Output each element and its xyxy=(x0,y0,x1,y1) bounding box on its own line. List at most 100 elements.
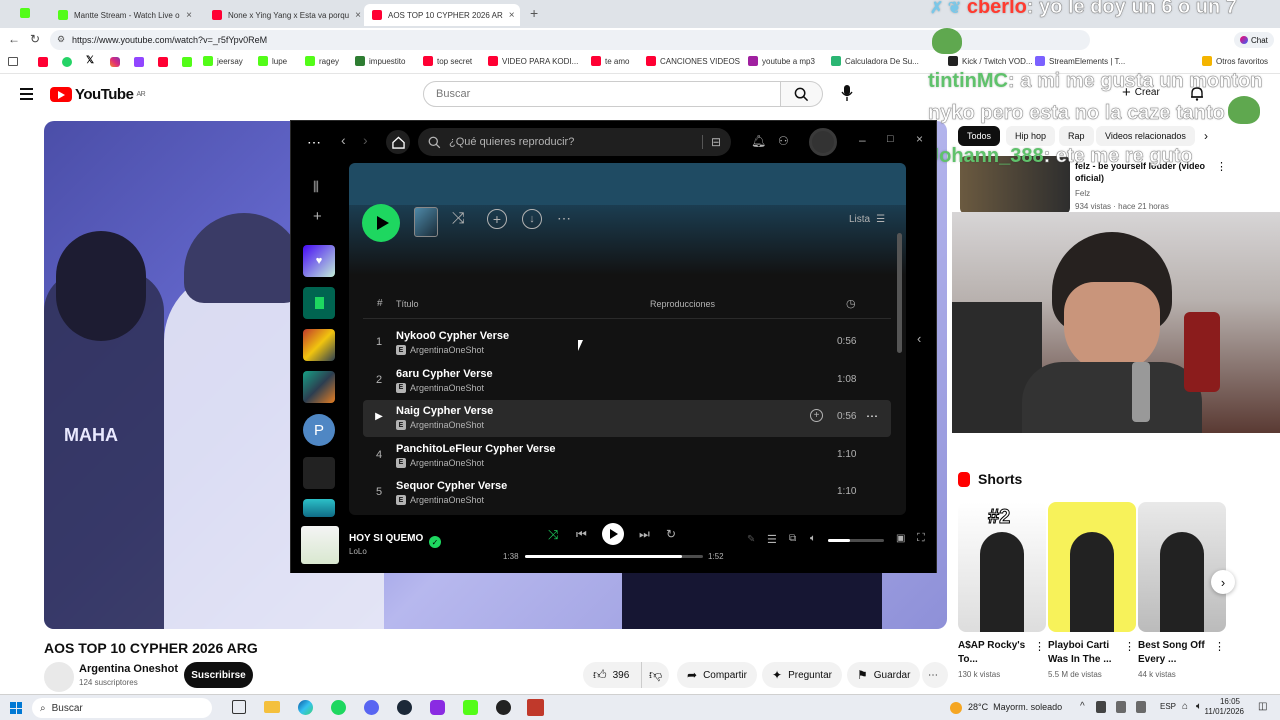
spotify-taskbar-icon[interactable] xyxy=(331,700,346,715)
friends-activity-icon[interactable]: ⚇ xyxy=(778,134,789,148)
edge-icon[interactable] xyxy=(298,700,313,715)
track-more-icon[interactable]: ⋯ xyxy=(866,409,878,423)
tray-app-icon-3[interactable] xyxy=(1136,701,1146,713)
player-shuffle-icon[interactable]: ⤨ xyxy=(548,527,558,543)
volume-icon[interactable]: 🔈︎ xyxy=(810,533,816,544)
track-artist[interactable]: ArgentinaOneShot xyxy=(410,345,484,355)
volume-slider[interactable] xyxy=(828,539,884,542)
tab-close-icon[interactable]: × xyxy=(355,10,361,21)
filter-chip[interactable]: Videos relacionados xyxy=(1096,126,1195,146)
library-icon[interactable]: ⫼ xyxy=(313,179,319,195)
more-actions-button[interactable]: ⋯ xyxy=(922,662,948,688)
connect-device-icon[interactable]: ⧉ xyxy=(789,533,796,544)
filter-chip[interactable]: Rap xyxy=(1059,126,1094,146)
subscribe-button[interactable]: Suscribirse xyxy=(184,662,253,688)
youtube-bookmark-icon[interactable] xyxy=(38,57,48,67)
save-button[interactable]: ⚑ Guardar xyxy=(847,662,921,688)
saved-check-icon[interactable]: ✓ xyxy=(429,536,441,548)
search-button[interactable] xyxy=(781,81,823,107)
track-title[interactable]: 6aru Cypher Verse xyxy=(396,368,493,380)
now-playing-title[interactable]: HOY SI QUEMO xyxy=(349,533,423,544)
short-thumbnail[interactable] xyxy=(1138,502,1226,632)
obs-taskbar-icon[interactable] xyxy=(496,700,511,715)
previous-icon[interactable]: ⏮︎ xyxy=(576,527,587,542)
bookmark-item[interactable]: VIDEO PARA KODI... xyxy=(488,56,578,66)
spotify-profile-avatar[interactable] xyxy=(809,128,837,156)
search-input[interactable]: Buscar xyxy=(423,81,781,107)
recommendation-channel[interactable]: Felz xyxy=(1075,189,1090,198)
dislike-button[interactable]: 👎︎ xyxy=(641,662,669,688)
bookmark-item[interactable]: CANCIONES VIDEOS xyxy=(646,56,740,66)
short-thumbnail[interactable] xyxy=(1048,502,1136,632)
steam-taskbar-icon[interactable] xyxy=(397,700,412,715)
tray-app-icon[interactable] xyxy=(1096,701,1106,713)
menu-icon[interactable] xyxy=(20,88,33,100)
repeat-icon[interactable]: ↻ xyxy=(666,527,676,541)
shuffle-icon[interactable]: ⤨ xyxy=(452,210,465,228)
discord-taskbar-icon[interactable] xyxy=(364,700,379,715)
short-more-icon[interactable]: ⋮ xyxy=(1214,640,1225,653)
language-indicator[interactable]: ESP xyxy=(1160,702,1176,711)
playlist-more-icon[interactable]: ⋯ xyxy=(557,210,571,227)
tray-app-icon-2[interactable] xyxy=(1116,701,1126,713)
x-bookmark-icon[interactable]: 𝕏 xyxy=(86,55,94,66)
browser-tab[interactable]: AOS TOP 10 CYPHER 2026 AR × xyxy=(364,4,520,26)
track-title[interactable]: Sequor Cypher Verse xyxy=(396,480,507,492)
kick-tab-icon[interactable] xyxy=(20,8,30,18)
liked-songs-tile[interactable]: ♥ xyxy=(303,245,335,277)
browse-icon[interactable]: ⊟ xyxy=(701,135,721,149)
channel-name[interactable]: Argentina Oneshot xyxy=(79,663,178,675)
kick-bookmark-icon[interactable] xyxy=(182,57,192,67)
track-artist[interactable]: ArgentinaOneShot xyxy=(410,495,484,505)
bookmark-item[interactable]: Kick / Twitch VOD... xyxy=(948,56,1033,66)
track-artist[interactable]: ArgentinaOneShot xyxy=(410,458,484,468)
browser-tab[interactable]: Mantte Stream - Watch Live o × xyxy=(50,4,200,26)
tab-close-icon[interactable]: × xyxy=(509,10,515,21)
site-info-icon[interactable]: ⚙ xyxy=(57,34,65,45)
clock-time[interactable]: 16:05 xyxy=(1212,697,1240,706)
bookmark-item[interactable]: top secret xyxy=(423,56,472,66)
youtube-logo[interactable]: YouTube AR xyxy=(50,86,146,103)
track-artist[interactable]: ArgentinaOneShot xyxy=(410,383,484,393)
track-row[interactable]: 4 PanchitoLeFleur Cypher Verse E ArgentinaO… xyxy=(363,438,891,475)
short-title[interactable]: Best Song Off Every ... xyxy=(1138,639,1210,667)
kick-taskbar-icon[interactable] xyxy=(463,700,478,715)
track-row[interactable]: 1 Nykoo0 Cypher Verse E ArgentinaOneShot 0:5… xyxy=(363,325,891,362)
track-title[interactable]: PanchitoLeFleur Cypher Verse xyxy=(396,443,556,455)
clock-date[interactable]: 11/01/2026 xyxy=(1198,707,1244,716)
track-row[interactable]: 2 6aru Cypher Verse E ArgentinaOneShot 1:08 xyxy=(363,363,891,400)
create-playlist-icon[interactable]: + xyxy=(313,208,322,225)
spotify-menu-icon[interactable]: ⋯ xyxy=(307,134,321,151)
download-icon[interactable]: ↓ xyxy=(522,209,542,229)
maximize-icon[interactable]: □ xyxy=(887,133,894,145)
bookmark-item[interactable]: Calculadora De Su... xyxy=(831,56,919,66)
bookmark-item[interactable]: Otros favoritos xyxy=(1202,56,1268,66)
filter-chip[interactable]: Hip hop xyxy=(1006,126,1056,146)
shorts-next-icon[interactable]: › xyxy=(1211,570,1235,594)
browser-tab[interactable]: None x Ying Yang x Esta va porqu × xyxy=(204,4,364,26)
spotify-home-button[interactable] xyxy=(386,130,410,154)
recommendation-more-icon[interactable]: ⋮ xyxy=(1216,160,1227,173)
track-row[interactable]: 6Lili03 Cypher VerseEArgentinaOneShot0:5… xyxy=(363,513,891,516)
bookmark-item[interactable]: jeersay xyxy=(203,56,243,66)
start-icon[interactable] xyxy=(10,702,22,714)
spotify-forward-icon[interactable]: › xyxy=(363,132,368,148)
track-row[interactable]: 5 Sequor Cypher Verse E ArgentinaOneShot 1:1… xyxy=(363,475,891,512)
chat-button[interactable]: Chat xyxy=(1234,32,1274,48)
tab-close-icon[interactable]: × xyxy=(186,10,192,21)
apps-icon[interactable] xyxy=(8,57,18,66)
short-more-icon[interactable]: ⋮ xyxy=(1034,640,1045,653)
mini-player-icon[interactable]: ▣ xyxy=(896,533,905,544)
bookmark-item[interactable]: impuestito xyxy=(355,56,405,66)
notification-center-icon[interactable]: ◫ xyxy=(1258,701,1267,712)
bookmark-item[interactable]: youtube a mp3 xyxy=(748,56,815,66)
short-title[interactable]: Playboi Carti Was In The ... xyxy=(1048,639,1120,667)
spotify-notifications-icon[interactable]: 🔔︎ xyxy=(751,134,766,148)
youtube-bookmark-icon-2[interactable] xyxy=(158,57,168,67)
library-playlist-2[interactable] xyxy=(303,371,335,403)
track-title[interactable]: Nykoo0 Cypher Verse xyxy=(396,330,509,342)
share-button[interactable]: ➦ Compartir xyxy=(677,662,757,688)
app-taskbar-icon[interactable] xyxy=(430,700,445,715)
next-icon[interactable]: ⏭︎ xyxy=(639,527,650,542)
spotify-back-icon[interactable]: ‹ xyxy=(341,132,346,148)
